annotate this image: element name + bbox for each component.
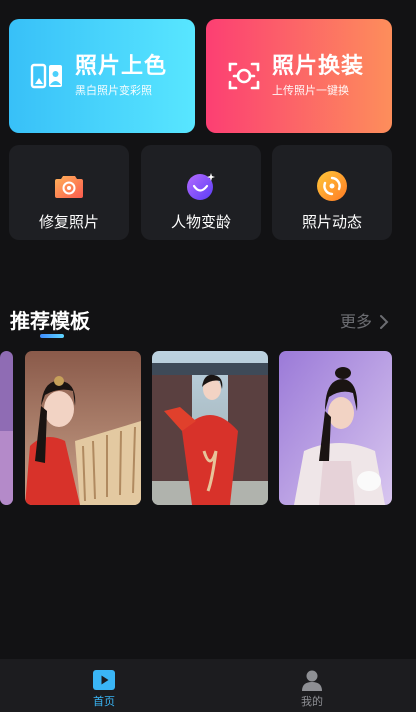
user-icon bbox=[302, 670, 322, 691]
colorize-card[interactable]: 照片上色 黑白照片变彩照 bbox=[9, 19, 195, 133]
photo-motion-label: 照片动态 bbox=[301, 213, 362, 231]
title-underline bbox=[40, 334, 64, 338]
tab-home[interactable]: 首页 bbox=[0, 659, 208, 712]
chevron-right-icon bbox=[380, 315, 389, 329]
camera-icon bbox=[55, 176, 83, 198]
face-scan-icon bbox=[224, 56, 264, 96]
template-thumbnail-partial[interactable] bbox=[0, 351, 13, 505]
template-thumbnail[interactable] bbox=[279, 351, 392, 505]
more-label: 更多 bbox=[340, 312, 373, 331]
play-screen-icon bbox=[93, 670, 115, 690]
outfit-swap-card[interactable]: 照片换装 上传照片一键换 bbox=[206, 19, 392, 133]
template-thumbnail[interactable] bbox=[152, 351, 268, 505]
tab-home-label: 首页 bbox=[93, 695, 115, 708]
moon-planet-icon bbox=[187, 173, 215, 200]
swirl-icon bbox=[317, 171, 347, 201]
tab-mine[interactable]: 我的 bbox=[208, 659, 416, 712]
bottom-tab-bar: 首页 我的 bbox=[0, 659, 416, 712]
photo-portrait-icon bbox=[27, 56, 67, 96]
colorize-title: 照片上色 bbox=[75, 54, 168, 79]
recommended-templates-title: 推荐模板 bbox=[10, 309, 90, 333]
template-thumbnail[interactable] bbox=[25, 351, 141, 505]
age-change-card[interactable]: 人物变龄 bbox=[141, 145, 261, 240]
repair-photo-card[interactable]: 修复照片 bbox=[9, 145, 129, 240]
outfit-swap-title: 照片换装 bbox=[272, 54, 365, 79]
more-link[interactable]: 更多 bbox=[340, 310, 389, 334]
repair-photo-label: 修复照片 bbox=[38, 213, 99, 231]
age-change-label: 人物变龄 bbox=[170, 213, 231, 231]
outfit-swap-subtitle: 上传照片一键换 bbox=[272, 84, 349, 97]
colorize-subtitle: 黑白照片变彩照 bbox=[75, 84, 152, 97]
tab-mine-label: 我的 bbox=[301, 695, 323, 708]
photo-motion-card[interactable]: 照片动态 bbox=[272, 145, 392, 240]
